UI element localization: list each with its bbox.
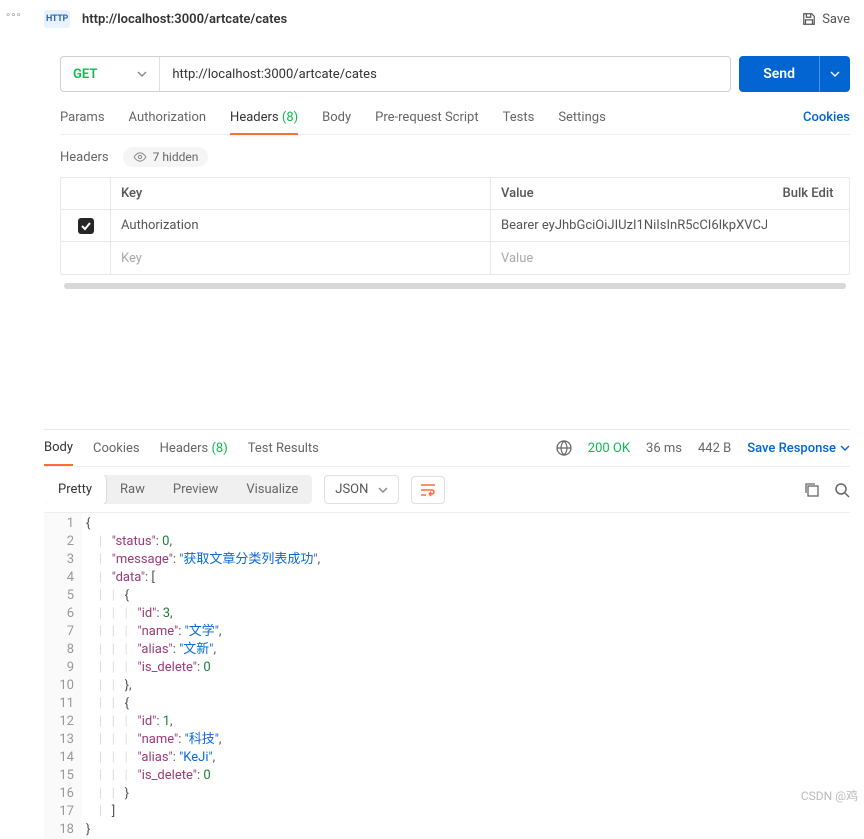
resp-tab-test-results[interactable]: Test Results bbox=[248, 441, 319, 456]
cookies-link[interactable]: Cookies bbox=[803, 102, 850, 134]
wrap-lines-button[interactable] bbox=[411, 476, 445, 504]
bulk-edit-button[interactable]: Bulk Edit bbox=[767, 178, 849, 209]
resp-headers-count: (8) bbox=[211, 441, 227, 456]
resp-tab-body[interactable]: Body bbox=[44, 440, 73, 466]
chevron-down-icon bbox=[137, 69, 147, 79]
header-checkbox[interactable] bbox=[78, 218, 94, 234]
view-raw[interactable]: Raw bbox=[106, 475, 159, 504]
send-dropdown-button[interactable] bbox=[819, 56, 850, 92]
search-icon[interactable] bbox=[834, 482, 850, 498]
check-icon bbox=[81, 221, 91, 231]
copy-icon[interactable] bbox=[804, 482, 820, 498]
request-title: http://localhost:3000/artcate/cates bbox=[82, 12, 287, 27]
tab-headers[interactable]: Headers (8) bbox=[230, 102, 298, 135]
eye-icon bbox=[133, 152, 147, 162]
horizontal-scrollbar[interactable] bbox=[64, 283, 846, 289]
view-pretty[interactable]: Pretty bbox=[44, 475, 106, 504]
header-value-placeholder[interactable]: Value bbox=[491, 242, 767, 274]
toggle-hidden-headers[interactable]: 7 hidden bbox=[123, 147, 209, 167]
header-row-empty[interactable]: Key Value bbox=[61, 242, 849, 274]
chevron-down-icon bbox=[830, 69, 840, 79]
wrap-icon bbox=[420, 483, 436, 497]
col-key: Key bbox=[111, 178, 491, 209]
globe-icon[interactable] bbox=[556, 440, 572, 456]
http-method-select[interactable]: GET bbox=[61, 57, 160, 91]
dots-icon: ∘∘∘ bbox=[5, 10, 17, 21]
chevron-down-icon bbox=[840, 443, 850, 453]
header-key[interactable]: Authorization bbox=[111, 210, 491, 241]
resp-tab-headers[interactable]: Headers (8) bbox=[160, 441, 228, 456]
resp-headers-label: Headers bbox=[160, 441, 209, 456]
http-badge-icon: HTTP bbox=[44, 10, 70, 28]
view-preview[interactable]: Preview bbox=[159, 475, 232, 504]
tab-settings[interactable]: Settings bbox=[558, 102, 605, 134]
watermark: CSDN @鸡 bbox=[801, 787, 858, 804]
method-name: GET bbox=[73, 67, 97, 82]
hidden-count: 7 hidden bbox=[153, 150, 199, 164]
format-select[interactable]: JSON bbox=[324, 475, 399, 504]
tab-tests[interactable]: Tests bbox=[503, 102, 535, 134]
headers-table: Key Value Bulk Edit Authorization Bearer… bbox=[60, 177, 850, 275]
sidebar-drag-handle[interactable]: ∘∘∘ bbox=[5, 10, 17, 21]
format-label: JSON bbox=[335, 482, 368, 497]
tab-body[interactable]: Body bbox=[322, 102, 351, 134]
view-visualize[interactable]: Visualize bbox=[232, 475, 312, 504]
save-button[interactable]: Save bbox=[802, 12, 850, 27]
header-key-placeholder[interactable]: Key bbox=[111, 242, 491, 274]
send-button[interactable]: Send bbox=[739, 56, 819, 92]
header-value[interactable]: Bearer eyJhbGciOiJIUzI1NiIsInR5cCI6IkpXV… bbox=[491, 210, 767, 241]
headers-count: (8) bbox=[282, 110, 298, 125]
save-label: Save bbox=[822, 12, 850, 27]
resp-tab-cookies[interactable]: Cookies bbox=[93, 441, 140, 456]
url-input[interactable] bbox=[160, 57, 730, 91]
save-response-button[interactable]: Save Response bbox=[747, 441, 850, 456]
save-response-label: Save Response bbox=[747, 441, 836, 456]
tab-params[interactable]: Params bbox=[60, 102, 105, 134]
response-time: 36 ms bbox=[646, 441, 682, 456]
header-row[interactable]: Authorization Bearer eyJhbGciOiJIUzI1NiI… bbox=[61, 210, 849, 242]
save-icon bbox=[802, 12, 816, 26]
status-code: 200 OK bbox=[588, 441, 630, 456]
chevron-down-icon bbox=[378, 485, 388, 495]
tab-authorization[interactable]: Authorization bbox=[129, 102, 207, 134]
tab-prerequest[interactable]: Pre-request Script bbox=[375, 102, 478, 134]
response-body[interactable]: { | "status": 0, | "message": "获取文章分类列表成… bbox=[82, 513, 320, 839]
headers-section-label: Headers bbox=[60, 150, 109, 165]
col-value: Value bbox=[491, 178, 767, 209]
tab-headers-label: Headers bbox=[230, 110, 279, 125]
line-gutter: 123456789101112131415161718 bbox=[44, 513, 82, 839]
response-size: 442 B bbox=[698, 441, 731, 456]
